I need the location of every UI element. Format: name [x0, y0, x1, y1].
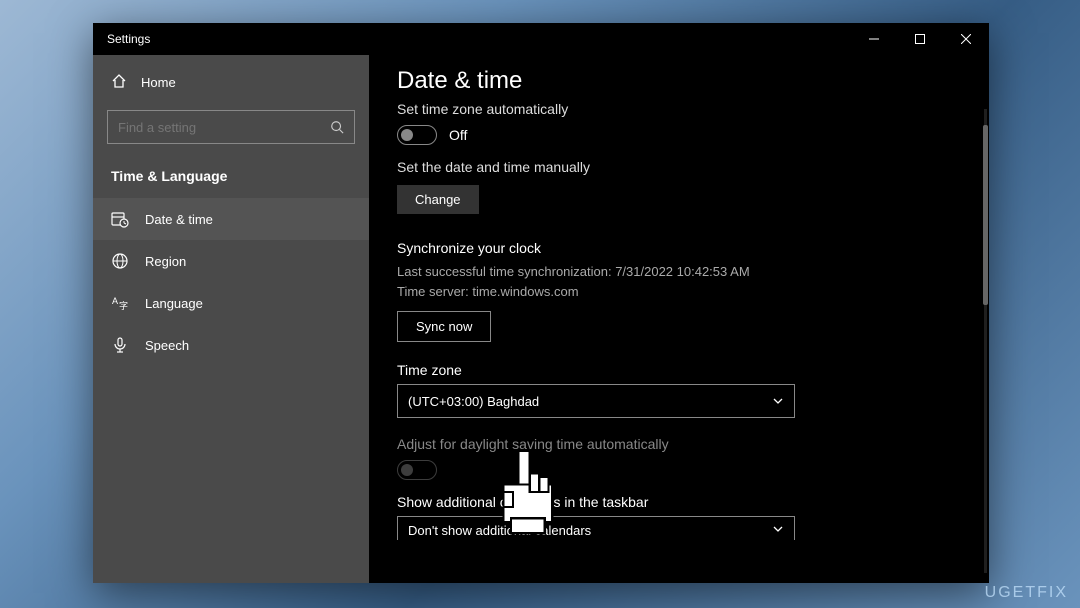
window-controls	[851, 23, 989, 55]
sync-last: Last successful time synchronization: 7/…	[397, 262, 961, 282]
sync-now-button[interactable]: Sync now	[397, 311, 491, 342]
sidebar-item-label: Speech	[145, 338, 189, 353]
svg-text:A: A	[112, 296, 118, 306]
search-container	[93, 102, 369, 158]
settings-window: Settings Home	[93, 23, 989, 583]
page-title: Date & time	[397, 67, 961, 95]
calendars-title: Show additional calendars in the taskbar	[397, 494, 961, 510]
sync-title: Synchronize your clock	[397, 240, 961, 256]
home-icon	[111, 73, 127, 92]
timezone-value: (UTC+03:00) Baghdad	[408, 394, 539, 409]
dst-label: Adjust for daylight saving time automati…	[397, 436, 961, 452]
sidebar-item-region[interactable]: Region	[93, 240, 369, 282]
dst-toggle-row	[397, 460, 961, 480]
auto-tz-toggle-row: Off	[397, 125, 961, 145]
home-label: Home	[141, 75, 176, 90]
search-icon	[330, 120, 344, 134]
chevron-down-icon	[772, 395, 784, 407]
sidebar-item-label: Language	[145, 296, 203, 311]
sidebar-item-speech[interactable]: Speech	[93, 324, 369, 366]
chevron-down-icon	[772, 523, 784, 535]
sidebar-item-date-time[interactable]: Date & time	[93, 198, 369, 240]
sidebar-item-label: Date & time	[145, 212, 213, 227]
close-button[interactable]	[943, 23, 989, 55]
dst-toggle	[397, 460, 437, 480]
scrollbar-thumb[interactable]	[983, 125, 988, 305]
main-panel: Date & time Set time zone automatically …	[369, 55, 989, 583]
maximize-button[interactable]	[897, 23, 943, 55]
timezone-dropdown[interactable]: (UTC+03:00) Baghdad	[397, 384, 795, 418]
search-field[interactable]	[118, 120, 330, 135]
maximize-icon	[915, 34, 925, 44]
microphone-icon	[111, 336, 129, 354]
sidebar: Home Time & Language Date & time	[93, 55, 369, 583]
sync-server: Time server: time.windows.com	[397, 282, 961, 302]
calendars-value: Don't show additional calendars	[408, 523, 591, 538]
content-area: Home Time & Language Date & time	[93, 55, 989, 583]
language-icon: A字	[111, 294, 129, 312]
globe-icon	[111, 252, 129, 270]
home-nav[interactable]: Home	[93, 63, 369, 102]
search-input[interactable]	[107, 110, 355, 144]
titlebar: Settings	[93, 23, 989, 55]
watermark: UGETFIX	[985, 584, 1068, 602]
tz-title: Time zone	[397, 362, 961, 378]
window-title: Settings	[107, 32, 150, 46]
calendar-clock-icon	[111, 210, 129, 228]
manual-label: Set the date and time manually	[397, 159, 961, 175]
minimize-button[interactable]	[851, 23, 897, 55]
sidebar-item-label: Region	[145, 254, 186, 269]
sidebar-nav: Date & time Region A字 Language	[93, 198, 369, 366]
minimize-icon	[869, 34, 879, 44]
auto-tz-toggle[interactable]	[397, 125, 437, 145]
svg-text:字: 字	[119, 300, 128, 311]
change-button[interactable]: Change	[397, 185, 479, 214]
sidebar-item-language[interactable]: A字 Language	[93, 282, 369, 324]
sidebar-category: Time & Language	[93, 158, 369, 198]
auto-tz-state: Off	[449, 127, 467, 143]
auto-tz-label: Set time zone automatically	[397, 101, 961, 117]
close-icon	[961, 34, 971, 44]
calendars-dropdown[interactable]: Don't show additional calendars	[397, 516, 795, 540]
